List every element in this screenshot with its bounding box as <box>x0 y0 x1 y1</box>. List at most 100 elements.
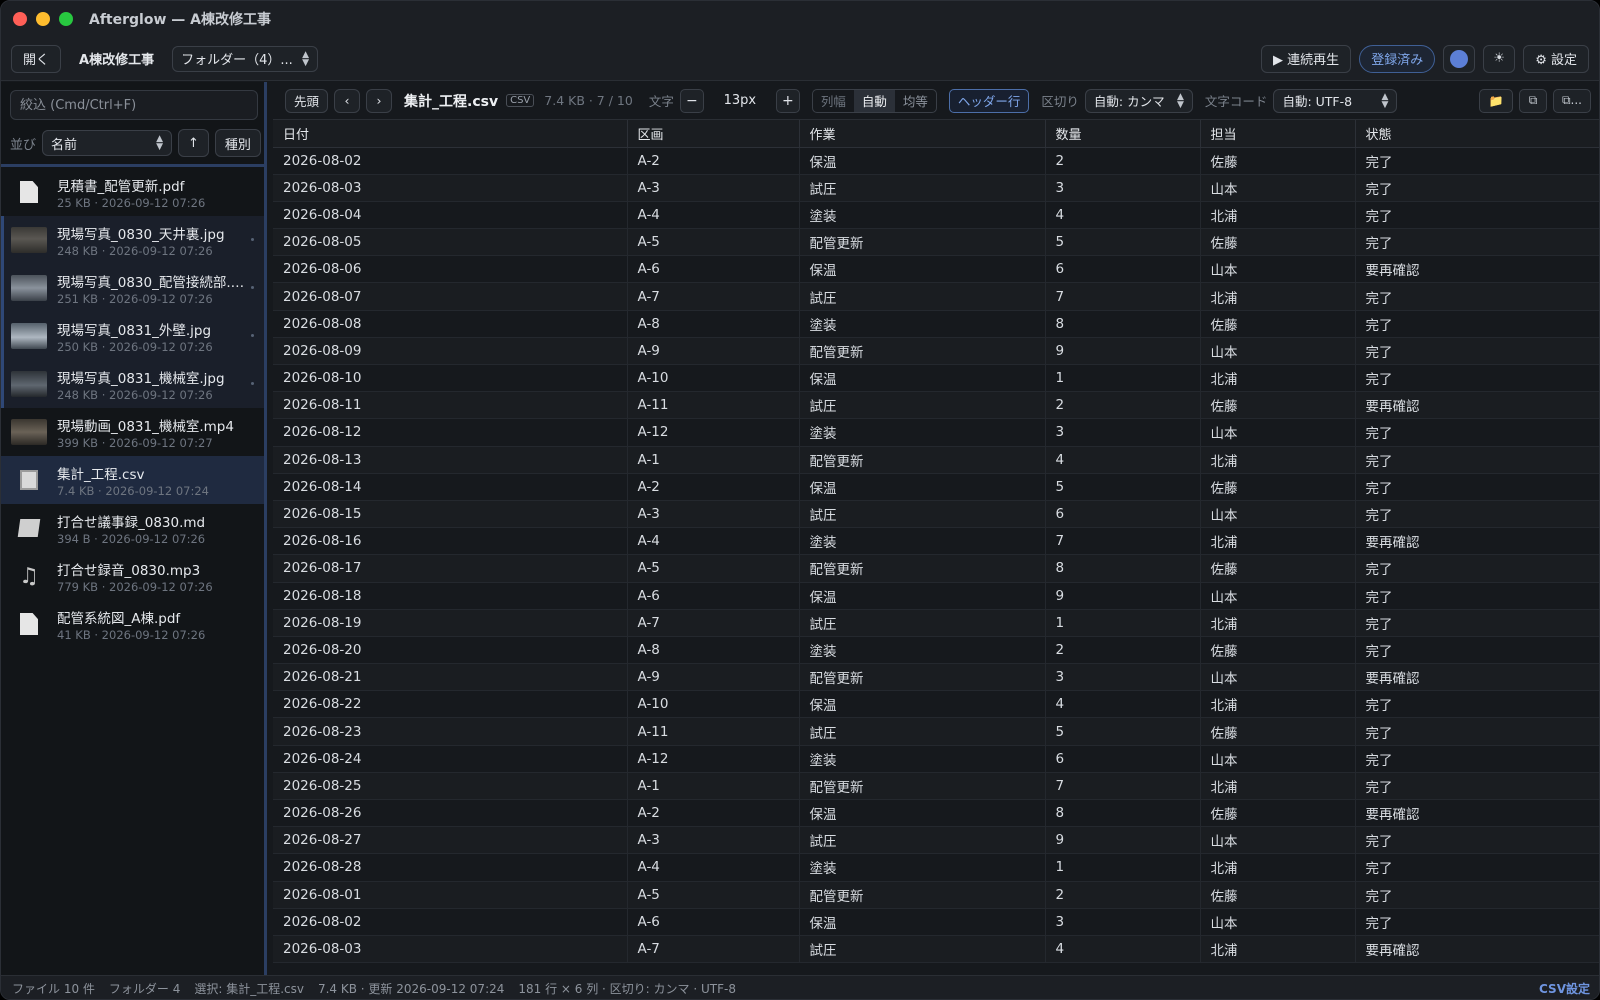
table-row[interactable]: 2026-08-21 A-9 配管更新 3 山本 要再確認 <box>273 663 1599 692</box>
column-header[interactable]: 状態 <box>1355 120 1599 148</box>
column-header[interactable]: 区画 <box>627 120 800 148</box>
table-cell: 山本 <box>1200 582 1356 610</box>
table-row[interactable]: 2026-08-01 A-5 配管更新 2 佐藤 完了 <box>273 881 1599 909</box>
table-cell: 2026-08-07 <box>273 282 628 311</box>
font-increase-button[interactable]: + <box>775 88 800 113</box>
file-item[interactable]: 現場写真_0831_機械室.jpg 248 KB · 2026-09-12 07:… <box>1 360 264 408</box>
table-cell: 山本 <box>1200 418 1356 447</box>
theme-toggle-button[interactable]: ☀ <box>1483 44 1516 73</box>
table-cell: 試圧 <box>799 282 1046 311</box>
table-row[interactable]: 2026-08-19 A-7 試圧 1 北浦 完了 <box>273 609 1599 637</box>
table-cell: 9 <box>1045 582 1201 610</box>
table-cell: 8 <box>1045 554 1201 583</box>
table-cell: 2026-08-10 <box>273 364 628 393</box>
column-header[interactable]: 日付 <box>273 120 628 148</box>
table-row[interactable]: 2026-08-17 A-5 配管更新 8 佐藤 完了 <box>273 554 1599 583</box>
delimiter-select[interactable]: 自動: カンマ ▲ ▼ <box>1084 88 1193 113</box>
table-cell: A-5 <box>627 881 800 909</box>
table-row[interactable]: 2026-08-18 A-6 保温 9 山本 完了 <box>273 582 1599 610</box>
sort-direction-button[interactable]: ↑ <box>178 129 209 157</box>
viewer-file-title: 集計_工程.csv <box>404 93 499 110</box>
copy-more-button[interactable]: ⧉... <box>1553 88 1591 113</box>
color-tag-button[interactable] <box>1443 44 1476 73</box>
table-row[interactable]: 2026-08-04 A-4 塗装 4 北浦 完了 <box>273 201 1599 230</box>
file-item[interactable]: ♫ 打合せ録音_0830.mp3 779 KB · 2026-09-12 07:2… <box>1 552 264 600</box>
table-row[interactable]: 2026-08-03 A-7 試圧 4 北浦 要再確認 <box>273 935 1599 964</box>
table-row[interactable]: 2026-08-25 A-1 配管更新 7 北浦 完了 <box>273 772 1599 801</box>
table-row[interactable]: 2026-08-26 A-2 保温 8 佐藤 要再確認 <box>273 799 1599 828</box>
encoding-select[interactable]: 自動: UTF-8 ▲ ▼ <box>1273 88 1398 113</box>
sort-select[interactable]: 名前 ▲ ▼ <box>42 130 173 156</box>
table-row[interactable]: 2026-08-02 A-6 保温 3 山本 完了 <box>273 908 1599 936</box>
first-file-button[interactable]: 先頭 <box>285 88 329 113</box>
table-row[interactable]: 2026-08-27 A-3 試圧 9 山本 完了 <box>273 826 1599 855</box>
table-row[interactable]: 2026-08-09 A-9 配管更新 9 山本 完了 <box>273 337 1599 366</box>
next-file-button[interactable]: › <box>366 88 393 113</box>
table-cell: 8 <box>1045 310 1201 338</box>
project-name: A棟改修工事 <box>79 53 155 68</box>
file-item[interactable]: 配管系統図_A棟.pdf 41 KB · 2026-09-12 07:26 <box>1 600 264 648</box>
table-row[interactable]: 2026-08-13 A-1 配管更新 4 北浦 完了 <box>273 446 1599 474</box>
table-row[interactable]: 2026-08-06 A-6 保温 6 山本 要再確認 <box>273 255 1599 284</box>
copy-button[interactable]: ⧉ <box>1519 88 1547 113</box>
table-row[interactable]: 2026-08-23 A-11 試圧 5 佐藤 完了 <box>273 717 1599 746</box>
column-width-auto[interactable]: 自動 <box>853 89 895 112</box>
folder-select[interactable]: フォルダー（4）... ▲ ▼ <box>172 45 319 72</box>
zoom-window-button[interactable] <box>59 12 73 26</box>
table-row[interactable]: 2026-08-16 A-4 塗装 7 北浦 要再確認 <box>273 527 1599 556</box>
prev-file-button[interactable]: ‹ <box>334 88 361 113</box>
table-cell: A-9 <box>627 337 800 366</box>
table-row[interactable]: 2026-08-10 A-10 保温 1 北浦 完了 <box>273 364 1599 393</box>
settings-button[interactable]: ⚙ 設定 <box>1523 44 1589 73</box>
column-header[interactable]: 数量 <box>1045 120 1201 148</box>
table-cell: 2026-08-03 <box>273 935 628 964</box>
csv-table-container[interactable]: 日付 区画 作業 数量 担当 状態 2026-08-02 A-2 保温 2 佐藤 完了 2026-08… <box>273 120 1599 975</box>
column-header[interactable]: 担当 <box>1200 120 1356 148</box>
csv-settings-link[interactable]: CSV設定 <box>1539 980 1590 997</box>
table-cell: 2026-08-02 <box>273 908 628 936</box>
file-item[interactable]: 現場写真_0830_天井裏.jpg 248 KB · 2026-09-12 07:… <box>1 216 264 264</box>
window-title: Afterglow — A棟改修工事 <box>89 12 271 28</box>
table-row[interactable]: 2026-08-08 A-8 塗装 8 佐藤 完了 <box>273 310 1599 338</box>
file-meta: 250 KB · 2026-09-12 07:26 <box>57 339 213 354</box>
file-item[interactable]: 現場動画_0831_機械室.mp4 399 KB · 2026-09-12 07:… <box>1 408 264 456</box>
filter-input[interactable] <box>10 90 258 120</box>
font-decrease-button[interactable]: − <box>679 88 704 113</box>
reveal-in-folder-button[interactable]: 📁 <box>1479 88 1513 113</box>
table-row[interactable]: 2026-08-28 A-4 塗装 1 北浦 完了 <box>273 853 1599 882</box>
table-cell: 要再確認 <box>1355 391 1599 420</box>
copy-icon: ⧉ <box>1528 93 1538 107</box>
file-item-current[interactable]: 集計_工程.csv 7.4 KB · 2026-09-12 07:24 <box>1 456 264 504</box>
table-row[interactable]: 2026-08-20 A-8 塗装 2 佐藤 完了 <box>273 636 1599 665</box>
table-row[interactable]: 2026-08-11 A-11 試圧 2 佐藤 要再確認 <box>273 391 1599 420</box>
file-item[interactable]: 現場写真_0830_配管接続部.jpg 251 KB · 2026-09-12 0… <box>1 264 264 312</box>
table-cell: A-8 <box>627 636 800 665</box>
table-row[interactable]: 2026-08-05 A-5 配管更新 5 佐藤 完了 <box>273 228 1599 257</box>
table-row[interactable]: 2026-08-07 A-7 試圧 7 北浦 完了 <box>273 282 1599 311</box>
open-button[interactable]: 開く <box>11 44 62 73</box>
kind-button[interactable]: 種別 <box>214 129 261 157</box>
slideshow-button[interactable]: ▶ 連続再生 <box>1261 44 1352 73</box>
file-item[interactable]: 打合せ議事録_0830.md 394 B · 2026-09-12 07:26 <box>1 504 264 552</box>
table-cell: 要再確認 <box>1355 255 1599 284</box>
pdf-file-icon <box>11 611 47 637</box>
table-row[interactable]: 2026-08-22 A-10 保温 4 北浦 完了 <box>273 690 1599 719</box>
table-row[interactable]: 2026-08-24 A-12 塗装 6 山本 完了 <box>273 745 1599 773</box>
column-width-even[interactable]: 均等 <box>895 90 936 112</box>
table-cell: 2026-08-21 <box>273 663 628 692</box>
table-row[interactable]: 2026-08-12 A-12 塗装 3 山本 完了 <box>273 418 1599 447</box>
csv-table: 日付 区画 作業 数量 担当 状態 2026-08-02 A-2 保温 2 佐藤 完了 2026-08… <box>273 120 1599 964</box>
table-row[interactable]: 2026-08-03 A-3 試圧 3 山本 完了 <box>273 174 1599 202</box>
table-row[interactable]: 2026-08-14 A-2 保温 5 佐藤 完了 <box>273 473 1599 501</box>
file-item[interactable]: 現場写真_0831_外壁.jpg 250 KB · 2026-09-12 07:2… <box>1 312 264 360</box>
table-row[interactable]: 2026-08-15 A-3 試圧 6 山本 完了 <box>273 500 1599 529</box>
registered-button[interactable]: 登録済み <box>1359 44 1436 73</box>
table-cell: 完了 <box>1355 908 1599 936</box>
table-cell: 山本 <box>1200 337 1356 366</box>
column-header[interactable]: 作業 <box>799 120 1046 148</box>
close-window-button[interactable] <box>13 12 27 26</box>
minimize-window-button[interactable] <box>36 12 50 26</box>
table-row[interactable]: 2026-08-02 A-2 保温 2 佐藤 完了 <box>273 147 1599 175</box>
header-row-toggle[interactable]: ヘッダー行 <box>948 88 1030 113</box>
file-item[interactable]: 見積書_配管更新.pdf 25 KB · 2026-09-12 07:26 <box>1 168 264 216</box>
